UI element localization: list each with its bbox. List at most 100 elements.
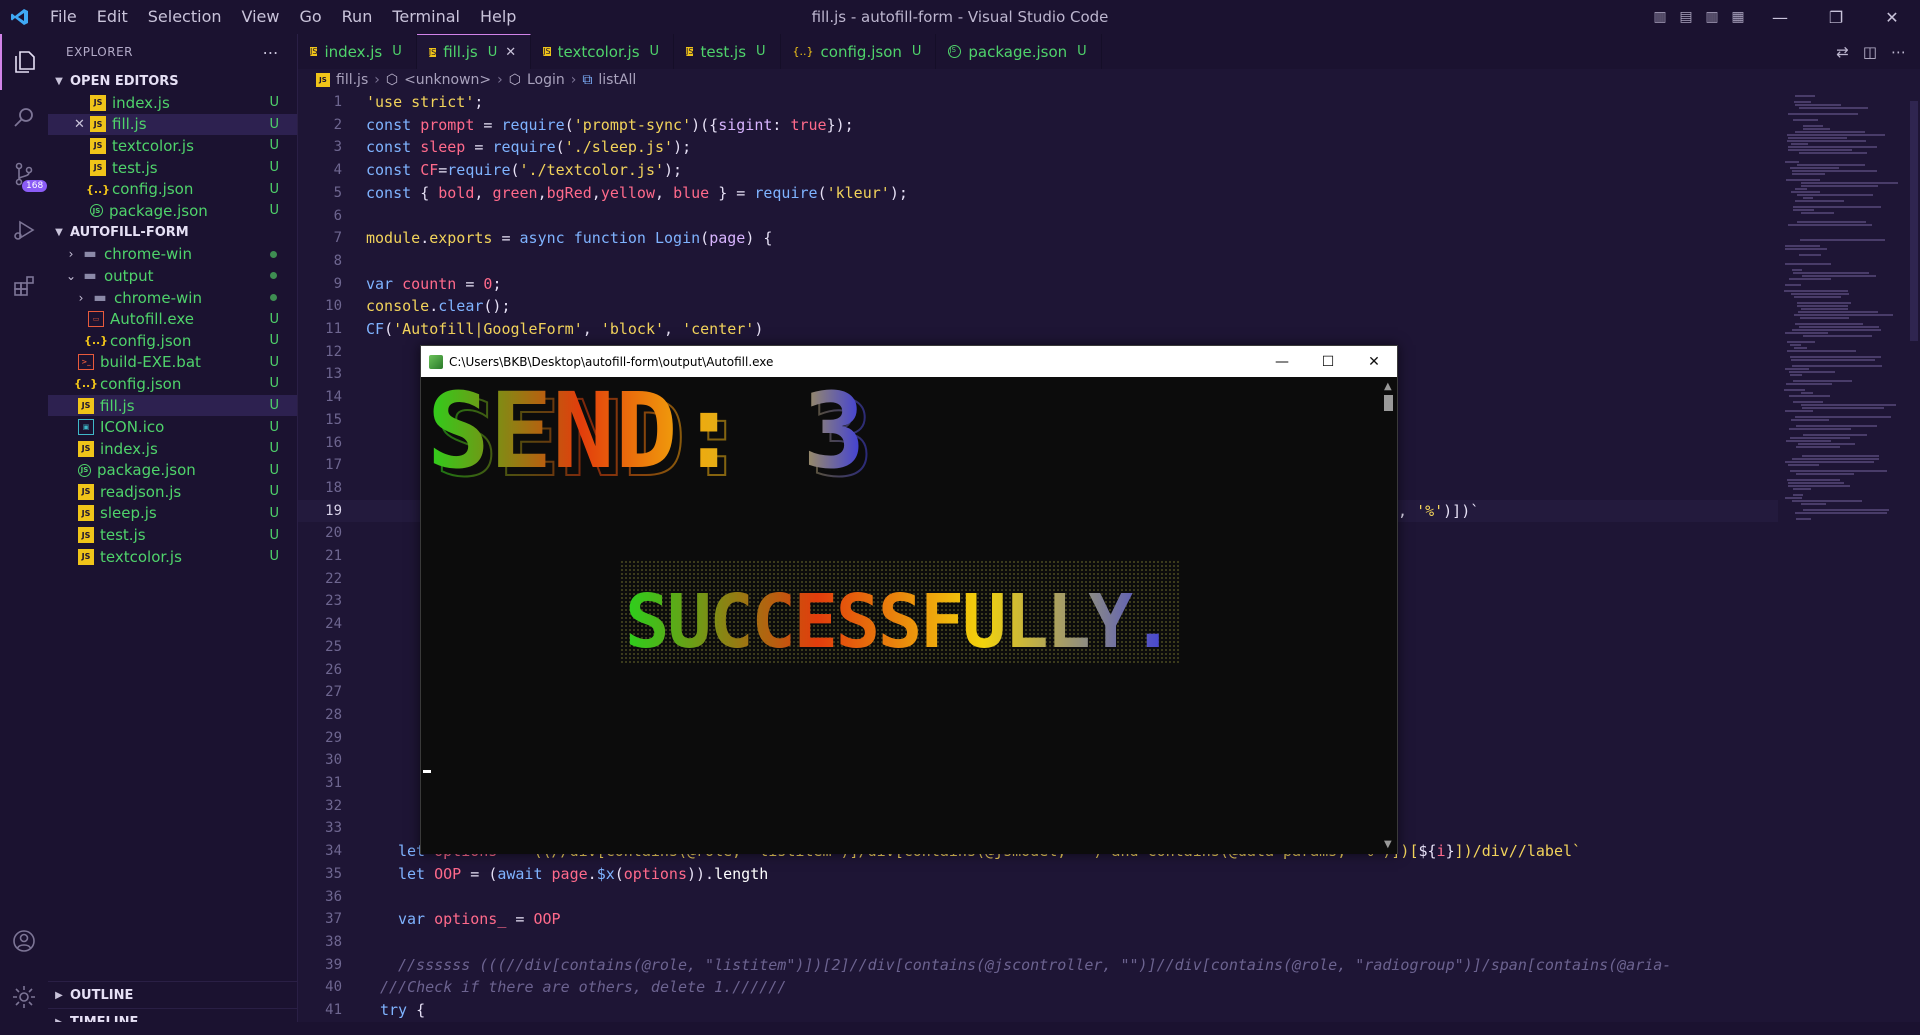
minimap-line [1802, 407, 1884, 409]
minimize-icon[interactable]: — [1259, 346, 1305, 377]
open-editor-name: test.js [112, 158, 158, 177]
menu-run[interactable]: Run [332, 0, 383, 34]
file-tree-item[interactable]: › ▬ chrome-win [48, 287, 297, 309]
open-editor-name: textcolor.js [112, 136, 194, 155]
open-changes-icon[interactable]: ⇄ [1836, 43, 1849, 61]
editor-tab[interactable]: JS index.js U [298, 34, 417, 69]
close-tab-icon[interactable]: ✕ [505, 45, 516, 60]
minimap-line [1785, 497, 1802, 499]
file-tree-item[interactable]: ▣ ICON.ico U [48, 416, 297, 438]
accounts-icon[interactable] [0, 913, 48, 969]
menu-help[interactable]: Help [470, 0, 526, 34]
minimap-line [1793, 272, 1869, 274]
file-tree-item[interactable]: >_ build-EXE.bat U [48, 352, 297, 374]
file-tree-item[interactable]: {..} config.json U [48, 330, 297, 352]
manage-gear-icon[interactable] [0, 969, 48, 1025]
open-editor-item[interactable]: JS test.js U [48, 157, 297, 179]
menu-view[interactable]: View [232, 0, 290, 34]
js-file-icon: JS [543, 47, 551, 56]
code-line: 1'use strict'; [333, 93, 484, 111]
source-control-icon[interactable]: 168 [0, 146, 48, 202]
breadcrumb-listall[interactable]: listAll [598, 72, 636, 88]
scroll-down-icon[interactable]: ▼ [1384, 839, 1392, 850]
outline-header[interactable]: ▶ OUTLINE [48, 981, 297, 1008]
file-tree-item[interactable]: JS index.js U [48, 438, 297, 460]
file-tree-item[interactable]: › ▬ chrome-win [48, 244, 297, 266]
maximize-icon[interactable]: ☐ [1305, 346, 1351, 377]
cube-icon: ⬡ [508, 72, 521, 88]
open-editor-item[interactable]: ✕ JS fill.js U [48, 113, 297, 136]
close-editor-icon[interactable]: ✕ [74, 117, 85, 132]
restore-icon[interactable]: ❐ [1808, 0, 1864, 34]
minimap[interactable] [1778, 91, 1908, 1035]
minimap-line [1793, 119, 1818, 121]
more-actions-icon[interactable]: ⋯ [263, 43, 280, 62]
toggle-panel-icon[interactable]: ▤ [1674, 0, 1698, 34]
minimap-line [1791, 419, 1829, 421]
open-editor-item[interactable]: JS textcolor.js U [48, 135, 297, 157]
minimap-line [1792, 458, 1879, 460]
minimize-icon[interactable]: — [1752, 0, 1808, 34]
console-output[interactable]: SEND: 3 SEND: 3 SUCCESSFULLY. [421, 377, 1381, 854]
minimap-line [1788, 113, 1858, 115]
ascii-banner: SEND: 3 SEND: 3 SUCCESSFULLY. [427, 377, 1181, 665]
file-tree-item[interactable]: JS textcolor.js U [48, 546, 297, 568]
open-editors-header[interactable]: ▼ OPEN EDITORS [48, 70, 297, 92]
console-scrollbar[interactable]: ▲ ▼ [1380, 377, 1397, 854]
split-editor-icon[interactable]: ◫ [1863, 43, 1877, 61]
editor-tab[interactable]: JS textcolor.js U [531, 34, 675, 69]
more-actions-icon[interactable]: ⋯ [1891, 43, 1906, 61]
breadcrumb-file[interactable]: fill.js [336, 72, 368, 88]
open-editor-item[interactable]: {..} config.json U [48, 178, 297, 200]
editor-tab[interactable]: JS test.js U [674, 34, 781, 69]
menu-selection[interactable]: Selection [138, 0, 232, 34]
close-icon[interactable]: ✕ [1864, 0, 1920, 34]
file-tree-item[interactable]: ▭ Autofill.exe U [48, 308, 297, 330]
file-tree-item[interactable]: ⌄ ▬ output [48, 265, 297, 287]
close-icon[interactable]: ✕ [1351, 346, 1397, 377]
menu-file[interactable]: File [40, 0, 87, 34]
git-status-badge: U [269, 505, 279, 521]
code-line: 36 [325, 888, 342, 905]
scroll-up-icon[interactable]: ▲ [1384, 381, 1392, 392]
menu-edit[interactable]: Edit [87, 0, 138, 34]
minimap-line [1794, 314, 1893, 316]
scrollbar-thumb[interactable] [1910, 101, 1918, 341]
open-editors-list: JS index.js U ✕ JS fill.js U JS textcolor.js U JS t… [48, 92, 297, 222]
minimap-line [1785, 161, 1799, 163]
editor-tab[interactable]: JS fill.js U ✕ [416, 34, 532, 69]
file-tree-item[interactable]: JS test.js U [48, 524, 297, 546]
scm-badge: 168 [22, 180, 48, 192]
explorer-icon[interactable] [0, 34, 48, 90]
file-tree-item[interactable]: JS readjson.js U [48, 481, 297, 503]
project-header[interactable]: ▼ AUTOFILL-FORM [48, 222, 297, 244]
toggle-secondary-sidebar-icon[interactable]: ▥ [1700, 0, 1724, 34]
console-title-bar[interactable]: C:\Users\BKB\Desktop\autofill-form\outpu… [421, 346, 1397, 377]
file-name: textcolor.js [100, 547, 182, 566]
file-tree-item[interactable]: JS fill.js U [48, 394, 297, 417]
customize-layout-icon[interactable]: ▦ [1726, 0, 1750, 34]
editor-tab[interactable]: {..} config.json U [781, 34, 937, 69]
breadcrumb-login[interactable]: Login [527, 72, 565, 88]
open-editor-item[interactable]: JS index.js U [48, 92, 297, 114]
extensions-icon[interactable] [0, 258, 48, 314]
git-status-badge: U [487, 44, 498, 60]
editor-scrollbar[interactable] [1908, 91, 1920, 1035]
editor-tab[interactable]: JS package.json U [936, 34, 1102, 69]
file-tree-item[interactable]: JS sleep.js U [48, 503, 297, 525]
open-editor-item[interactable]: JS package.json U [48, 200, 297, 222]
code-line: 3 const sleep = require('./sleep.js'); [333, 138, 692, 157]
code-line: 10 console.clear(); [325, 297, 511, 316]
search-icon[interactable] [0, 90, 48, 146]
minimap-line [1795, 104, 1841, 106]
console-scroll-thumb[interactable] [1384, 395, 1393, 411]
file-tree-item[interactable]: {..} config.json U [48, 373, 297, 395]
menu-terminal[interactable]: Terminal [382, 0, 470, 34]
vscode-logo-icon [0, 0, 40, 34]
menu-go[interactable]: Go [289, 0, 331, 34]
run-debug-icon[interactable] [0, 202, 48, 258]
toggle-sidebar-icon[interactable]: ▥ [1648, 0, 1672, 34]
file-tree-item[interactable]: JS package.json U [48, 460, 297, 482]
breadcrumb-unknown[interactable]: <unknown> [404, 72, 491, 88]
console-window[interactable]: C:\Users\BKB\Desktop\autofill-form\outpu… [420, 345, 1398, 854]
